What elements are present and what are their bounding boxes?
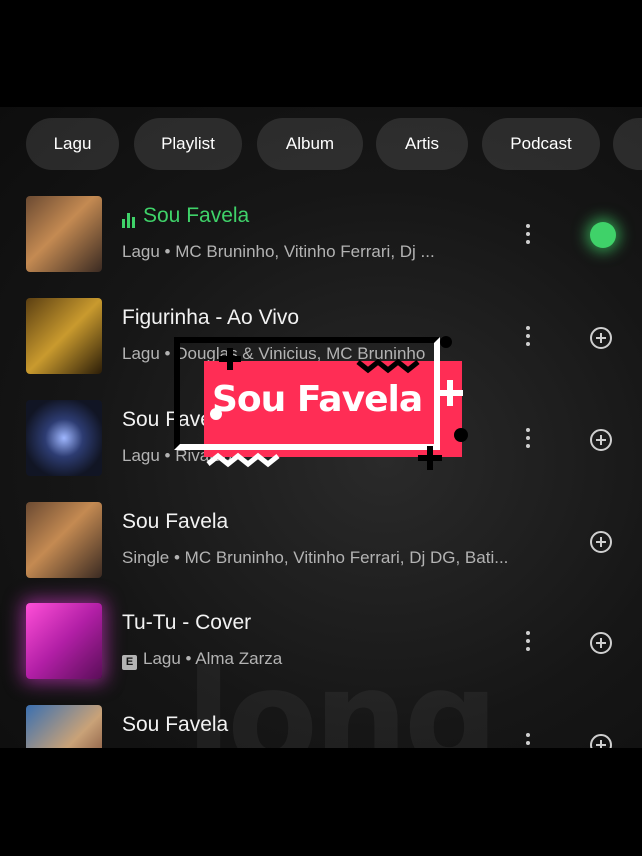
filter-chips: Lagu Playlist Album Artis Podcast <box>0 118 642 172</box>
filter-chip-artis[interactable]: Artis <box>376 118 468 170</box>
song-title: Tu-Tu - Cover <box>122 611 252 634</box>
album-art <box>26 400 102 476</box>
add-to-library-icon[interactable] <box>590 327 612 349</box>
album-art <box>26 705 102 748</box>
song-row[interactable]: Sou Favela <box>0 705 642 748</box>
album-art <box>26 502 102 578</box>
filter-chip-playlist[interactable]: Playlist <box>134 118 242 170</box>
filter-chip-lagu[interactable]: Lagu <box>26 118 119 170</box>
add-to-library-icon[interactable] <box>590 531 612 553</box>
song-title: Sou Favela <box>122 204 249 228</box>
filter-chip-label: Podcast <box>510 134 572 153</box>
more-options-icon[interactable] <box>520 220 536 254</box>
filter-chip-label: Artis <box>405 134 439 153</box>
saved-check-icon[interactable] <box>590 222 616 248</box>
more-options-icon[interactable] <box>520 322 536 356</box>
song-subtitle-text: Lagu • Alma Zarza <box>143 649 283 668</box>
song-row[interactable]: Sou Favela Lagu • MC Bruninho, Vitinho F… <box>0 196 642 296</box>
album-art <box>26 298 102 374</box>
add-to-library-icon[interactable] <box>590 632 612 654</box>
filter-chip-more[interactable] <box>613 118 642 170</box>
album-art <box>26 603 102 679</box>
more-options-icon[interactable] <box>520 729 536 748</box>
more-options-icon[interactable] <box>520 424 536 458</box>
album-art <box>26 196 102 272</box>
song-title: Sou Favela <box>122 713 229 736</box>
song-subtitle: E Lagu • Alma Zarza <box>122 649 562 670</box>
search-results-screen: long Lagu Playlist Album Artis Podcast S… <box>0 107 642 748</box>
equalizer-icon <box>122 204 137 228</box>
more-options-icon[interactable] <box>520 627 536 661</box>
filter-chip-podcast[interactable]: Podcast <box>482 118 600 170</box>
filter-chip-label: Lagu <box>53 134 92 153</box>
filter-chip-label: Playlist <box>161 134 215 153</box>
add-to-library-icon[interactable] <box>590 734 612 748</box>
song-title: Sou Favela <box>122 510 229 533</box>
sticker-decoration <box>206 336 468 470</box>
explicit-badge: E <box>122 655 137 670</box>
song-row[interactable]: Tu-Tu - Cover E Lagu • Alma Zarza <box>0 603 642 703</box>
song-row[interactable]: Sou Favela Single • MC Bruninho, Vitinho… <box>0 502 642 602</box>
song-title-text: Sou Favela <box>143 204 250 227</box>
song-subtitle: Single • MC Bruninho, Vitinho Ferrari, D… <box>122 548 509 567</box>
add-to-library-icon[interactable] <box>590 429 612 451</box>
filter-chip-album[interactable]: Album <box>257 118 363 170</box>
song-subtitle: Lagu • MC Bruninho, Vitinho Ferrari, Dj … <box>122 242 435 261</box>
song-title: Figurinha - Ao Vivo <box>122 306 300 329</box>
sticker-overlay: Sou Favela <box>172 334 472 474</box>
filter-chip-label: Album <box>285 134 335 153</box>
